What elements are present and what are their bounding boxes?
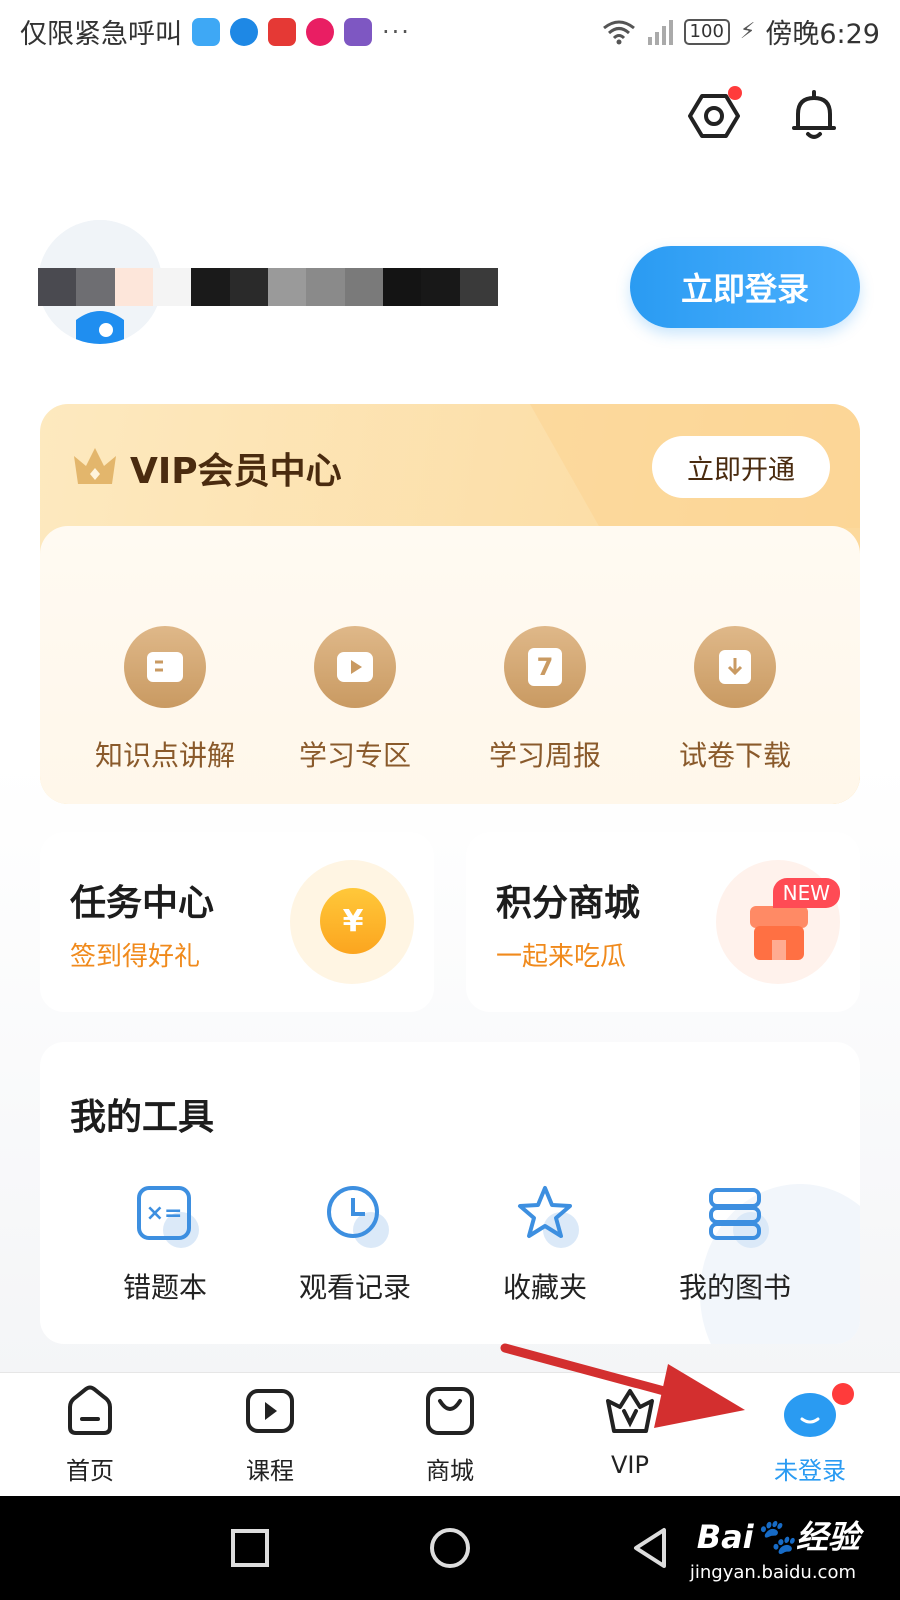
signal-icon [647,19,673,45]
vip-benefits-panel: 知识点讲解 学习专区 7 学习周报 试卷下载 [40,526,860,804]
nav-courses[interactable]: 课程 [180,1383,360,1486]
nav-shop[interactable]: 商城 [360,1383,540,1486]
points-mall-subtitle: 一起来吃瓜 [496,942,627,972]
tool-label: 收藏夹 [502,1271,587,1304]
nav-label: 首页 [66,1457,114,1485]
watermark-logo: Bai🐾经验 [697,1512,860,1558]
home-icon [68,1385,112,1435]
paw-icon: 🐾 [753,1517,796,1557]
vip-basket-icon [606,1389,654,1433]
points-mall-card[interactable]: 积分商城 一起来吃瓜 NEW [466,832,860,1012]
new-badge: NEW [772,878,840,908]
quan-app-icon [230,17,258,46]
status-bar-right: 100 ⚡ 傍晚6:29 [602,12,880,51]
nav-label: 未登录 [774,1457,846,1485]
login-button[interactable]: 立即登录 [630,246,860,328]
vip-item-label: 试卷下载 [678,739,791,772]
calendar-7-icon: 7 [504,626,586,708]
status-bar-left: 仅限紧急呼叫 ··· [20,12,411,51]
star-icon [515,1184,579,1248]
shop-bag-icon [426,1387,474,1435]
tool-favorites[interactable]: 收藏夹 [450,1184,640,1306]
points-mall-title: 积分商城 [496,883,641,924]
settings-notification-dot [728,86,742,100]
vip-member-center-card[interactable]: VIP会员中心 立即开通 知识点讲解 学习专区 7 学习周报 试卷下载 [40,404,860,804]
tool-watch-history[interactable]: 观看记录 [260,1184,450,1306]
pink-app-icon [306,17,334,46]
clock-app-icon [344,17,372,46]
course-play-icon [246,1389,294,1433]
vip-title: VIP会员中心 [130,451,342,492]
vip-open-button[interactable]: 立即开通 [652,436,830,498]
book-icon [124,626,206,708]
wrong-questions-icon: ×= [135,1184,199,1248]
vip-item-weekly-report[interactable]: 7 学习周报 [450,626,640,774]
books-icon [705,1184,769,1248]
more-notifications-icon: ··· [382,17,411,46]
bottom-navigation: 首页 课程 商城 VIP 未登录 [0,1372,900,1496]
vip-item-knowledge[interactable]: 知识点讲解 [70,626,260,774]
emergency-call-text: 仅限紧急呼叫 [20,19,182,50]
username-redacted [38,268,498,306]
battery-indicator: 100 [683,18,730,45]
my-tools-title: 我的工具 [70,1097,215,1138]
vip-item-study-zone[interactable]: 学习专区 [260,626,450,774]
task-center-card[interactable]: 任务中心 签到得好礼 ¥ [40,832,434,1012]
calendar-glyph: 7 [528,648,562,686]
vip-item-paper-download[interactable]: 试卷下载 [640,626,830,774]
vip-item-label: 知识点讲解 [94,739,235,772]
nav-home[interactable]: 首页 [0,1383,180,1486]
user-avatar-icon [784,1393,836,1437]
recent-apps-icon[interactable] [230,1528,270,1568]
back-triangle-icon[interactable] [630,1526,670,1570]
play-icon [314,626,396,708]
watermark-brand: Bai [696,1518,754,1556]
wifi-icon [602,20,635,44]
bell-icon [792,90,836,139]
nav-label: 课程 [246,1457,294,1485]
my-tools-card: 我的工具 ×= 错题本 观看记录 收藏夹 我的图书 [40,1042,860,1344]
clock-time: 傍晚6:29 [765,19,880,50]
wrong-questions-glyph: ×= [137,1186,191,1240]
tool-label: 错题本 [122,1271,207,1304]
tool-label: 我的图书 [678,1271,791,1304]
tool-my-books[interactable]: 我的图书 [640,1184,830,1306]
charging-icon: ⚡ [739,19,756,44]
home-circle-icon[interactable] [428,1526,472,1570]
news-app-icon [268,17,296,46]
task-center-subtitle: 签到得好礼 [70,942,201,972]
nav-label: VIP [611,1451,649,1479]
download-icon [694,626,776,708]
shop-icon [750,906,808,960]
vip-item-label: 学习专区 [298,739,411,772]
nav-vip[interactable]: VIP [540,1383,720,1479]
clock-icon [325,1184,389,1248]
watermark-cn: 经验 [795,1518,860,1556]
shield-app-icon [192,17,220,46]
watermark-url: jingyan.baidu.com [689,1562,856,1583]
coin-icon: ¥ [320,888,386,954]
task-center-title: 任务中心 [70,883,215,924]
tool-label: 观看记录 [298,1271,411,1304]
tool-wrong-questions[interactable]: ×= 错题本 [70,1184,260,1306]
notifications-button[interactable] [786,88,842,144]
status-bar: 仅限紧急呼叫 ··· 100 ⚡ 傍晚6:29 [0,0,900,62]
crown-icon [74,448,116,484]
settings-button[interactable] [686,86,742,144]
nav-profile[interactable]: 未登录 [720,1383,900,1486]
profile-notification-dot [832,1383,854,1405]
nav-label: 商城 [426,1457,474,1485]
vip-item-label: 学习周报 [488,739,601,772]
